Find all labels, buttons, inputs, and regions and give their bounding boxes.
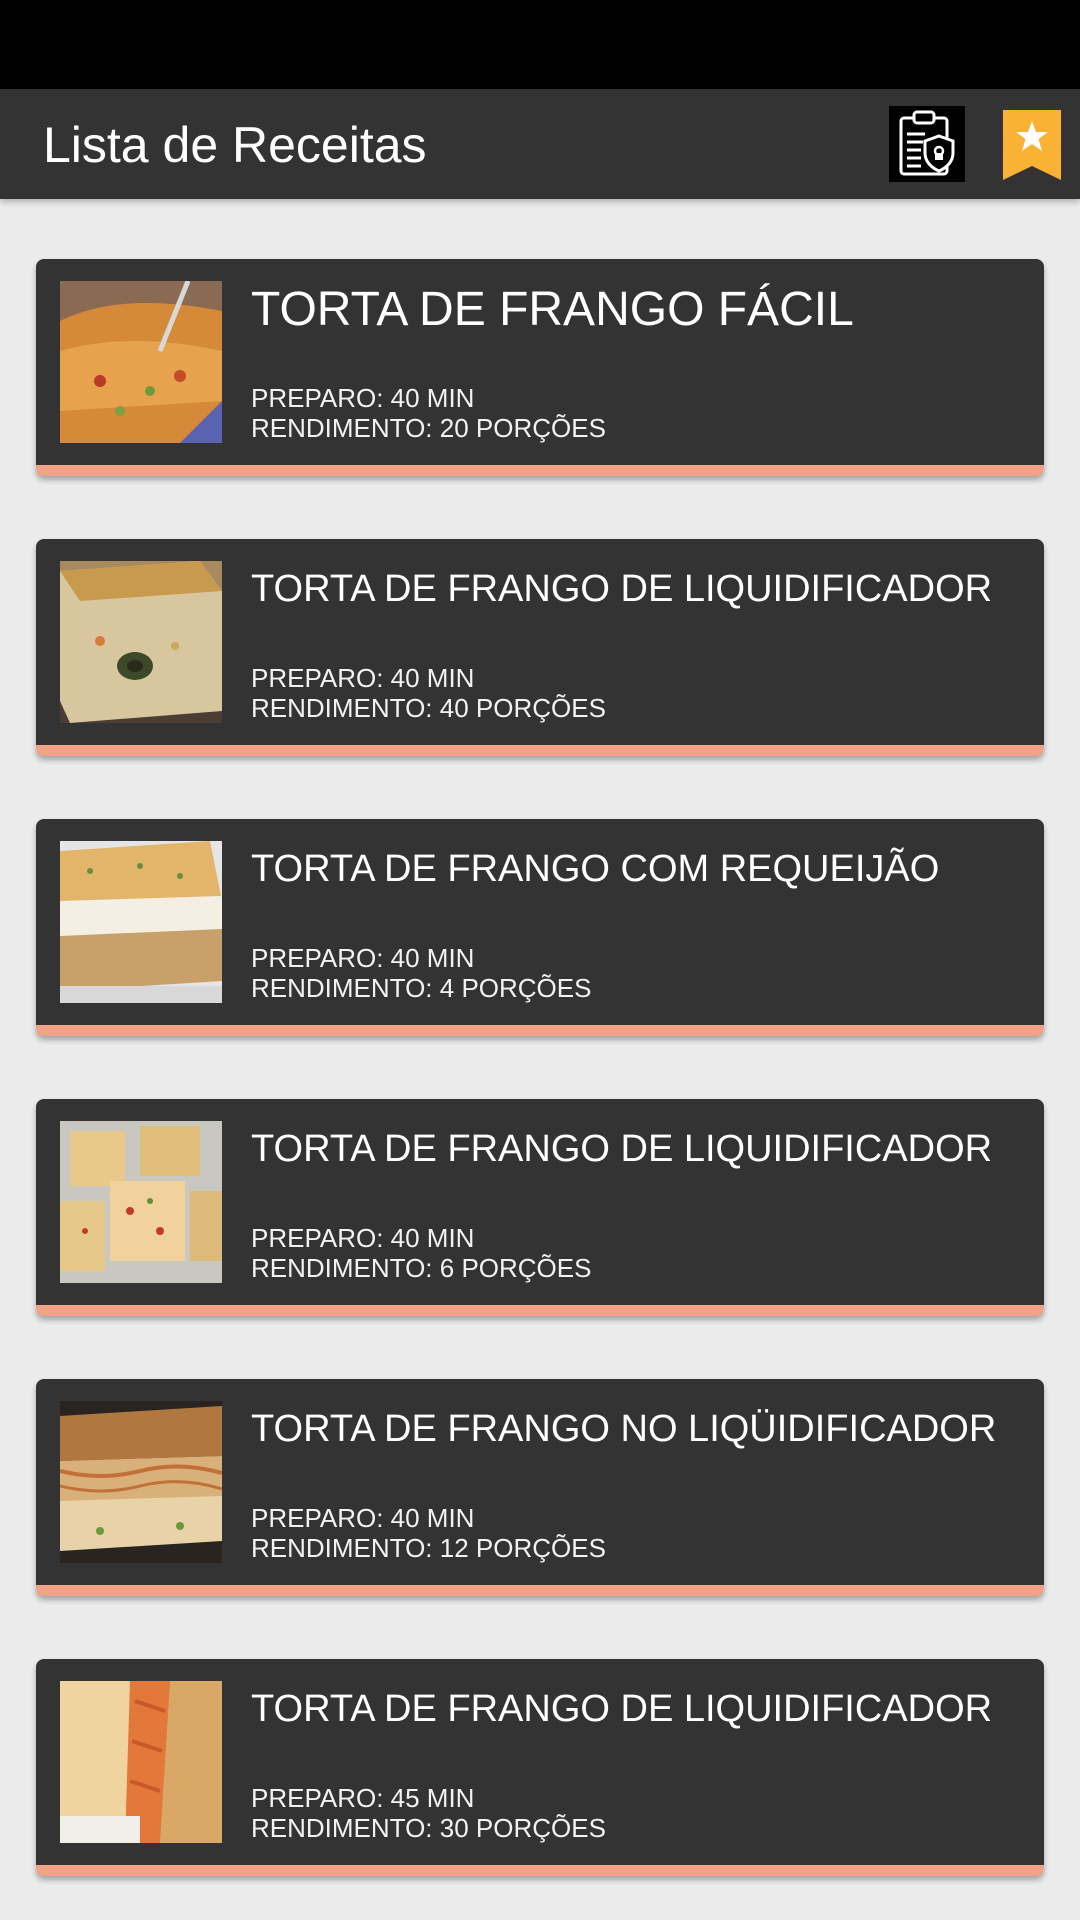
- recipe-meta: PREPARO: 40 MIN RENDIMENTO: 6 PORÇÕES: [251, 1223, 591, 1283]
- recipe-yield: RENDIMENTO: 6 PORÇÕES: [251, 1253, 592, 1283]
- recipe-prep-time: PREPARO: 40 MIN: [251, 1503, 475, 1533]
- recipe-yield: RENDIMENTO: 30 PORÇÕES: [251, 1813, 606, 1843]
- bookmark-star-icon: [1003, 110, 1061, 180]
- recipe-card[interactable]: TORTA DE FRANGO DE LIQUIDIFICADOR PREPAR…: [36, 1099, 1044, 1316]
- recipe-title: TORTA DE FRANGO NO LIQÜIDIFICADOR: [251, 1408, 997, 1450]
- privacy-policy-button[interactable]: [889, 106, 965, 182]
- recipe-yield: RENDIMENTO: 40 PORÇÕES: [251, 693, 606, 723]
- recipe-image: [60, 1401, 222, 1563]
- recipe-yield: RENDIMENTO: 12 PORÇÕES: [251, 1533, 606, 1563]
- recipe-image: [60, 561, 222, 723]
- recipe-image: [60, 1121, 222, 1283]
- recipe-meta: PREPARO: 45 MIN RENDIMENTO: 30 PORÇÕES: [251, 1783, 606, 1843]
- recipe-card[interactable]: TORTA DE FRANGO DE LIQUIDIFICADOR PREPAR…: [36, 1659, 1044, 1876]
- privacy-policy-clipboard-shield-icon: [899, 110, 955, 176]
- favorites-button[interactable]: [1003, 110, 1061, 180]
- recipe-image: [60, 841, 222, 1003]
- recipe-meta: PREPARO: 40 MIN RENDIMENTO: 20 PORÇÕES: [251, 383, 606, 443]
- recipe-card[interactable]: TORTA DE FRANGO NO LIQÜIDIFICADOR PREPAR…: [36, 1379, 1044, 1596]
- recipe-prep-time: PREPARO: 40 MIN: [251, 1223, 475, 1253]
- recipe-yield: RENDIMENTO: 4 PORÇÕES: [251, 973, 592, 1003]
- recipe-prep-time: PREPARO: 40 MIN: [251, 943, 475, 973]
- recipe-meta: PREPARO: 40 MIN RENDIMENTO: 4 PORÇÕES: [251, 943, 591, 1003]
- recipe-meta: PREPARO: 40 MIN RENDIMENTO: 12 PORÇÕES: [251, 1503, 606, 1563]
- recipe-title: TORTA DE FRANGO COM REQUEIJÃO: [251, 848, 940, 890]
- recipe-card[interactable]: TORTA DE FRANGO COM REQUEIJÃO PREPARO: 4…: [36, 819, 1044, 1036]
- app-bar: Lista de Receitas: [0, 89, 1080, 199]
- recipe-yield: RENDIMENTO: 20 PORÇÕES: [251, 413, 606, 443]
- recipe-title: TORTA DE FRANGO DE LIQUIDIFICADOR: [251, 1128, 993, 1170]
- recipe-image: [60, 1681, 222, 1843]
- recipe-title: TORTA DE FRANGO DE LIQUIDIFICADOR: [251, 568, 993, 610]
- recipe-card[interactable]: TORTA DE FRANGO DE LIQUIDIFICADOR PREPAR…: [36, 539, 1044, 756]
- recipe-card[interactable]: TORTA DE FRANGO FÁCIL PREPARO: 40 MIN RE…: [36, 259, 1044, 476]
- recipe-image: [60, 281, 222, 443]
- recipe-prep-time: PREPARO: 40 MIN: [251, 663, 475, 693]
- recipe-title: TORTA DE FRANGO DE LIQUIDIFICADOR: [251, 1688, 993, 1730]
- status-bar: [0, 0, 1080, 89]
- recipe-prep-time: PREPARO: 45 MIN: [251, 1783, 475, 1813]
- recipe-list: TORTA DE FRANGO FÁCIL PREPARO: 40 MIN RE…: [0, 199, 1080, 1920]
- recipe-meta: PREPARO: 40 MIN RENDIMENTO: 40 PORÇÕES: [251, 663, 606, 723]
- page-title: Lista de Receitas: [43, 117, 427, 173]
- recipe-prep-time: PREPARO: 40 MIN: [251, 383, 475, 413]
- recipe-title: TORTA DE FRANGO FÁCIL: [251, 283, 854, 336]
